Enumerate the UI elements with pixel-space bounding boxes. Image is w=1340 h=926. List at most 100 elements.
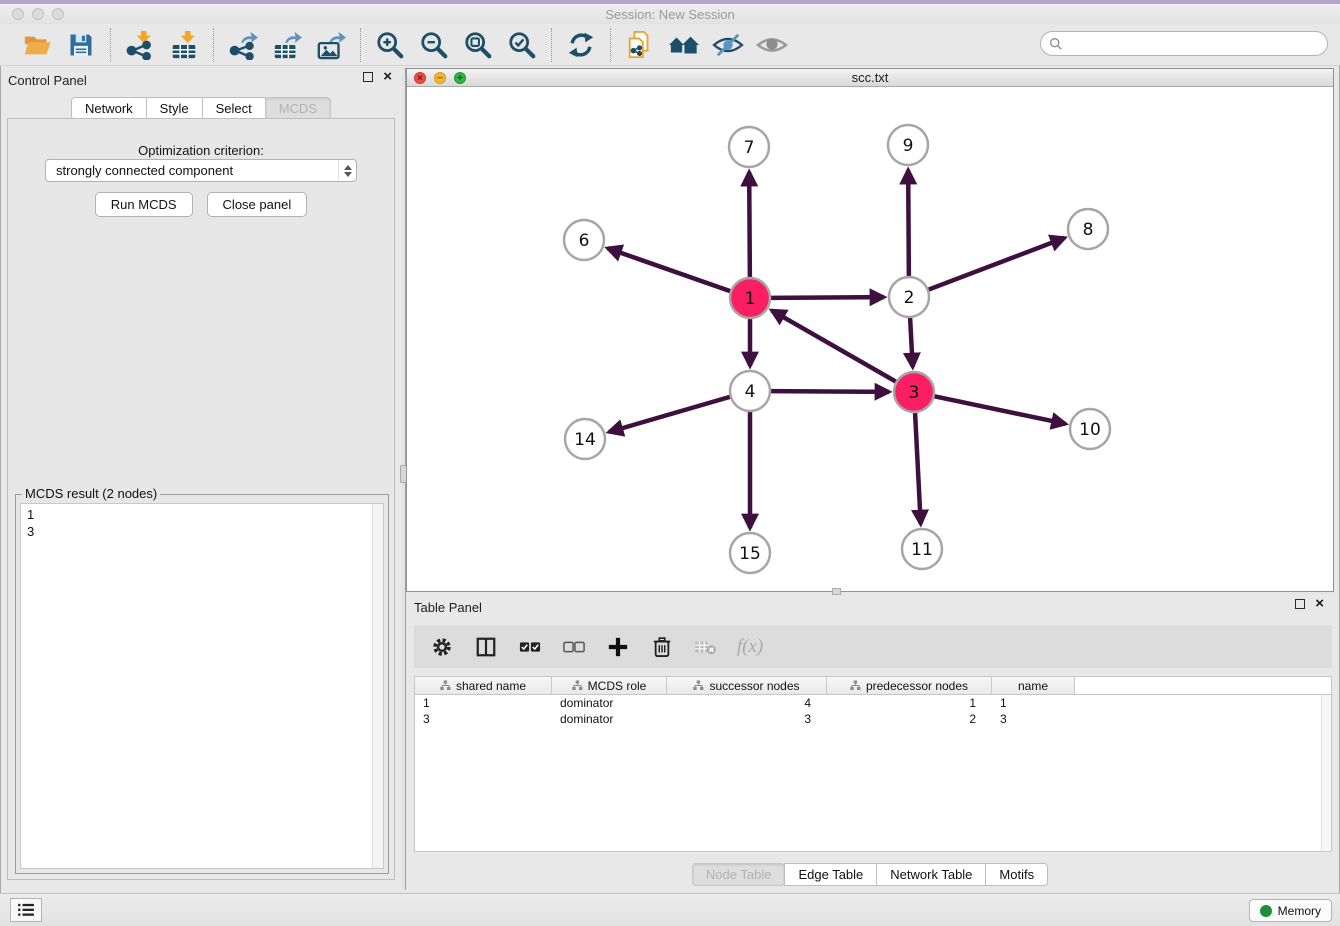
export-table-icon xyxy=(272,30,302,60)
graph-edge-1-2[interactable] xyxy=(771,297,884,298)
graph-edge-2-9[interactable] xyxy=(908,170,909,276)
memory-label: Memory xyxy=(1278,904,1321,918)
table-cell[interactable]: dominator xyxy=(552,695,667,711)
optimization-criterion-select[interactable]: strongly connected component xyxy=(45,159,357,182)
import-network-button[interactable] xyxy=(123,28,157,62)
table-cell[interactable]: 3 xyxy=(667,711,827,727)
add-column-button[interactable] xyxy=(604,633,632,661)
column-header-predecessor-nodes[interactable]: predecessor nodes xyxy=(827,677,992,694)
application-window: Session: New Session xyxy=(0,0,1340,926)
close-window-button[interactable] xyxy=(12,8,24,20)
eye-slash-icon xyxy=(712,31,744,59)
table-cell[interactable]: 1 xyxy=(992,695,1075,711)
network-canvas[interactable]: 7968124314101511 xyxy=(407,87,1333,591)
table-panel: Table Panel × xyxy=(406,595,1334,890)
minimize-window-button[interactable] xyxy=(32,8,44,20)
network-minimize-button[interactable]: − xyxy=(434,72,446,84)
export-image-button[interactable] xyxy=(314,28,348,62)
zoom-selected-button[interactable] xyxy=(505,28,539,62)
zoom-out-button[interactable] xyxy=(417,28,451,62)
table-scrollbar[interactable] xyxy=(1321,695,1331,851)
mcds-result-textarea[interactable]: 1 3 xyxy=(20,503,384,869)
graph-edge-2-8[interactable] xyxy=(929,238,1065,290)
sort-hierarchy-icon xyxy=(850,680,861,691)
graph-edge-2-3[interactable] xyxy=(910,318,913,367)
sort-hierarchy-icon xyxy=(693,680,704,691)
network-window-titlebar[interactable]: × − + scc.txt xyxy=(407,69,1333,87)
tab-mcds[interactable]: MCDS xyxy=(265,97,331,120)
duplicate-network-button[interactable] xyxy=(623,28,657,62)
column-header-label: successor nodes xyxy=(709,679,799,693)
close-table-panel-icon[interactable]: × xyxy=(1315,599,1324,609)
graph-node-label-7: 7 xyxy=(744,138,755,158)
task-history-button[interactable] xyxy=(10,898,42,922)
horizontal-split-handle[interactable] xyxy=(832,588,841,595)
graph-edge-1-7[interactable] xyxy=(749,172,750,277)
column-header-name[interactable]: name xyxy=(992,677,1075,694)
plus-icon xyxy=(607,636,629,658)
table-row[interactable]: 1dominator411 xyxy=(415,695,1331,711)
zoom-in-button[interactable] xyxy=(373,28,407,62)
select-all-rows-button[interactable] xyxy=(516,633,544,661)
show-all-button[interactable] xyxy=(755,28,789,62)
table-row[interactable]: 3dominator323 xyxy=(415,711,1331,727)
table-settings-button[interactable] xyxy=(428,633,456,661)
table-cell[interactable]: dominator xyxy=(552,711,667,727)
refresh-view-button[interactable] xyxy=(564,28,598,62)
table-cell[interactable]: 1 xyxy=(415,695,552,711)
float-table-panel-icon[interactable] xyxy=(1295,599,1305,609)
column-header-successor-nodes[interactable]: successor nodes xyxy=(667,677,827,694)
show-columns-button[interactable] xyxy=(472,633,500,661)
column-header-shared-name[interactable]: shared name xyxy=(415,677,552,694)
run-mcds-button[interactable]: Run MCDS xyxy=(95,192,193,217)
network-window-title: scc.txt xyxy=(407,70,1333,85)
network-zoom-button[interactable]: + xyxy=(454,72,466,84)
tab-node-table[interactable]: Node Table xyxy=(692,863,786,886)
table-panel-title: Table Panel xyxy=(414,600,482,615)
import-table-button[interactable] xyxy=(167,28,201,62)
export-table-button[interactable] xyxy=(270,28,304,62)
table-cell[interactable]: 1 xyxy=(827,695,992,711)
table-cell[interactable]: 3 xyxy=(415,711,552,727)
tab-select[interactable]: Select xyxy=(202,97,266,120)
status-bar: Memory xyxy=(0,893,1340,926)
float-panel-icon[interactable] xyxy=(363,72,373,82)
table-cell[interactable]: 4 xyxy=(667,695,827,711)
hide-selected-button[interactable] xyxy=(711,28,745,62)
first-neighbors-button[interactable] xyxy=(667,28,701,62)
app-titlebar[interactable]: Session: New Session xyxy=(0,4,1340,24)
app-title: Session: New Session xyxy=(0,7,1340,22)
tab-motifs[interactable]: Motifs xyxy=(985,863,1048,886)
node-table-body: 1dominator4113dominator323 xyxy=(415,695,1331,727)
header-filler xyxy=(1075,677,1331,694)
open-session-button[interactable] xyxy=(20,28,54,62)
graph-edge-3-10[interactable] xyxy=(935,396,1066,424)
tab-network-table[interactable]: Network Table xyxy=(876,863,986,886)
save-session-button[interactable] xyxy=(64,28,98,62)
graph-edge-4-14[interactable] xyxy=(609,397,730,432)
graph-edge-1-6[interactable] xyxy=(608,248,731,291)
zoom-fit-button[interactable] xyxy=(461,28,495,62)
tab-network[interactable]: Network xyxy=(71,97,147,120)
memory-status-icon xyxy=(1260,905,1272,917)
mcds-result-scrollbar[interactable] xyxy=(372,504,383,868)
table-cell[interactable]: 2 xyxy=(827,711,992,727)
search-input[interactable] xyxy=(1069,36,1319,51)
graph-edge-4-3[interactable] xyxy=(771,391,889,392)
tab-style[interactable]: Style xyxy=(146,97,203,120)
tab-edge-table[interactable]: Edge Table xyxy=(784,863,877,886)
search-field[interactable] xyxy=(1040,31,1328,56)
deselect-all-rows-button[interactable] xyxy=(560,633,588,661)
network-close-button[interactable]: × xyxy=(414,72,426,84)
app-window-controls[interactable] xyxy=(12,8,64,20)
memory-button[interactable]: Memory xyxy=(1249,899,1332,922)
zoom-window-button[interactable] xyxy=(52,8,64,20)
column-header-mcds-role[interactable]: MCDS role xyxy=(552,677,667,694)
close-panel-button[interactable]: Close panel xyxy=(207,192,308,217)
close-panel-icon[interactable]: × xyxy=(383,72,392,82)
delete-column-button[interactable] xyxy=(648,633,676,661)
export-network-button[interactable] xyxy=(226,28,260,62)
graph-edge-3-11[interactable] xyxy=(915,413,921,524)
table-cell[interactable]: 3 xyxy=(992,711,1075,727)
graph-edge-3-1[interactable] xyxy=(772,310,896,381)
